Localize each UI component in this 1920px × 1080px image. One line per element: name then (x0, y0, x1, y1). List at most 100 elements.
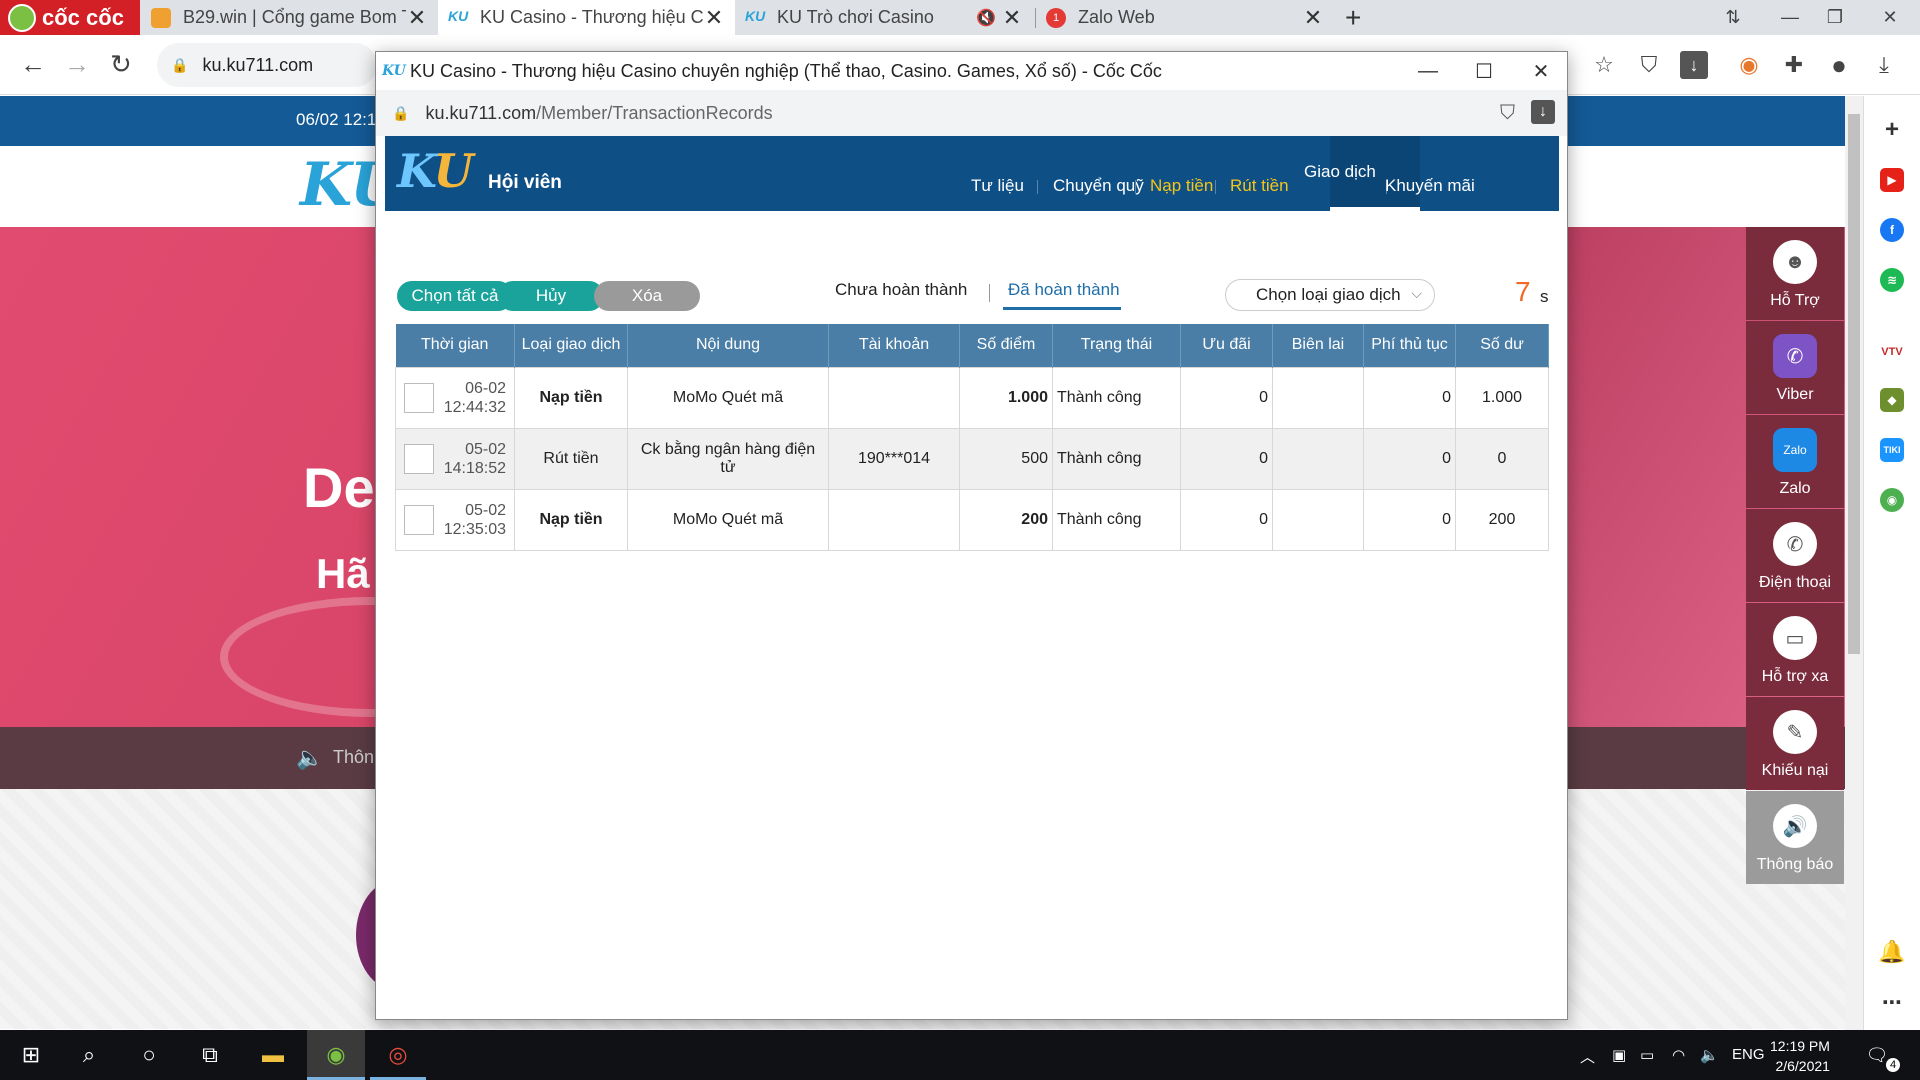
file-explorer-icon[interactable]: ▬ (258, 1040, 288, 1070)
support-remote-button[interactable]: ▭ Hỗ trợ xa (1746, 603, 1844, 696)
more-options-icon[interactable]: ⋯ (1880, 990, 1904, 1014)
time-cell: 05-02 12:35:03 (395, 488, 515, 551)
scrollbar-thumb[interactable] (1848, 114, 1860, 654)
support-phone-button[interactable]: ✆ Điện thoại (1746, 509, 1844, 602)
nav-transactions[interactable]: Giao dịch (1304, 162, 1376, 182)
popup-minimize-icon[interactable]: — (1400, 52, 1456, 90)
receipt-cell[interactable] (1272, 366, 1364, 429)
popup-address-bar[interactable]: 🔒 ku.ku711.com/Member/TransactionRecords… (376, 90, 1567, 136)
notification-bell-icon[interactable]: 🔔 (1878, 939, 1905, 964)
task-view-icon[interactable]: ⧉ (195, 1040, 225, 1070)
tray-chevron-icon[interactable]: ︿ (1580, 1046, 1595, 1067)
table-row[interactable]: 05-02 12:35:03 Nạp tiền MoMo Quét mã 200… (395, 488, 1549, 551)
coccoc-extension-icon[interactable]: ◉ (1735, 51, 1763, 79)
popup-url-host: ku.ku711.com (425, 102, 537, 123)
battery-icon[interactable]: ▭ (1640, 1046, 1654, 1064)
meet-now-icon[interactable]: ▣ (1612, 1046, 1626, 1064)
nav-withdraw[interactable]: Rút tiền (1230, 176, 1289, 196)
vtv-icon[interactable]: VTV (1880, 340, 1904, 364)
downloads-icon[interactable]: ⤓ (1870, 51, 1898, 79)
tab-pending[interactable]: Chưa hoàn thành (835, 280, 967, 300)
bookmark-star-icon[interactable]: ☆ (1590, 51, 1618, 79)
cortana-icon[interactable]: ○ (134, 1040, 164, 1070)
spotify-icon[interactable]: ≋ (1880, 268, 1904, 292)
shield-icon[interactable]: ⛉ (1500, 102, 1515, 125)
receipt-cell[interactable] (1272, 488, 1364, 551)
type-cell: Nạp tiền (514, 488, 628, 551)
support-label: Viber (1776, 386, 1814, 403)
content-cell: MoMo Quét mã (627, 488, 829, 551)
support-notification-button[interactable]: 🔊 Thông báo (1746, 791, 1844, 884)
support-chat-button[interactable]: ☻ Hỗ Trợ (1746, 227, 1844, 320)
nav-profile[interactable]: Tư liệu (971, 176, 1024, 196)
system-clock[interactable]: 12:19 PM 2/6/2021 (1770, 1036, 1830, 1076)
speaker-icon: 🔊 (1773, 804, 1817, 848)
close-tab-icon[interactable]: ✕ (1001, 5, 1023, 31)
download-page-icon[interactable]: ↓ (1680, 51, 1708, 79)
muted-audio-icon[interactable]: 🔇 (971, 8, 1001, 28)
tab-b29[interactable]: B29.win | Cổng game Bom Tấ ✕ (141, 0, 438, 35)
coccoc-brand[interactable]: cốc cốc (0, 0, 140, 35)
transaction-type-select[interactable]: Chọn loại giao dịch ⌵ (1225, 279, 1435, 311)
game-app-icon[interactable]: ◆ (1880, 388, 1904, 412)
profile-avatar-icon[interactable]: ● (1825, 50, 1853, 80)
lock-icon: 🔒 (392, 104, 410, 121)
sidebar-add-icon[interactable]: + (1880, 116, 1904, 143)
row-checkbox[interactable] (404, 443, 434, 474)
support-viber-button[interactable]: ✆ Viber (1746, 321, 1844, 414)
support-zalo-button[interactable]: Zalo Zalo (1746, 415, 1844, 508)
delete-button[interactable]: Xóa (594, 281, 700, 311)
tab-ku-casino[interactable]: KU KU Casino - Thương hiệu Cas ✕ (438, 0, 735, 35)
tab-completed[interactable]: Đã hoàn thành (1008, 280, 1120, 300)
youtube-icon[interactable]: ▶ (1880, 168, 1904, 192)
column-header: Tài khoản (828, 324, 960, 367)
nav-promotions[interactable]: Khuyến mãi (1385, 176, 1475, 196)
zalo-icon: Zalo (1773, 428, 1817, 472)
tiki-icon[interactable]: TIKI (1880, 438, 1904, 462)
back-icon[interactable]: ← (20, 49, 46, 80)
language-indicator[interactable]: ENG (1732, 1046, 1765, 1063)
close-tab-icon[interactable]: ✕ (406, 5, 428, 31)
search-icon[interactable]: ⌕ (74, 1040, 104, 1070)
coccoc-app-icon[interactable]: ◉ (1880, 488, 1904, 512)
page-scrollbar[interactable] (1845, 96, 1863, 1030)
reload-icon[interactable]: ↻ (110, 49, 132, 80)
cancel-button[interactable]: Hủy (498, 281, 604, 311)
column-header: Biên lai (1272, 324, 1364, 367)
shield-icon[interactable]: ⛉ (1635, 51, 1663, 79)
download-page-icon[interactable]: ↓ (1531, 100, 1555, 124)
refresh-timer-unit: s (1540, 287, 1549, 306)
volume-icon[interactable]: 🔈 (1700, 1046, 1719, 1064)
extensions-puzzle-icon[interactable]: ✚ (1780, 51, 1808, 79)
close-tab-icon[interactable]: ✕ (703, 5, 725, 31)
tab-ku-tro-choi[interactable]: KU KU Trò chơi Casino 🔇 ✕ (735, 0, 1033, 35)
table-row[interactable]: 05-02 14:18:52 Rút tiền Ck bằng ngân hàn… (395, 427, 1549, 490)
column-header: Phí thủ tục (1363, 324, 1456, 367)
close-window-icon[interactable]: ✕ (1860, 0, 1920, 35)
popup-maximize-icon[interactable]: ☐ (1456, 52, 1512, 90)
close-tab-icon[interactable]: ✕ (1302, 5, 1324, 31)
windows-taskbar: ⊞ ⌕ ○ ⧉ ▬ ◉ ◎ ︿ ▣ ▭ ◠ 🔈 ENG 12:19 PM 2/6… (0, 1030, 1920, 1080)
facebook-icon[interactable]: f (1880, 218, 1904, 242)
popup-close-icon[interactable]: ✕ (1513, 52, 1569, 90)
tab-zalo[interactable]: 1 Zalo Web ✕ (1036, 0, 1334, 35)
wifi-icon[interactable]: ◠ (1672, 1046, 1685, 1064)
receipt-cell[interactable] (1272, 427, 1364, 490)
coccoc-taskbar-icon[interactable]: ◉ (321, 1040, 351, 1070)
nav-deposit[interactable]: Nạp tiền (1150, 176, 1213, 196)
windows-start-icon[interactable]: ⊞ (16, 1040, 46, 1070)
row-checkbox[interactable] (404, 504, 434, 535)
tab-search-icon[interactable]: ⇅ (1703, 0, 1763, 35)
select-all-button[interactable]: Chọn tất cả (397, 281, 513, 311)
table-row[interactable]: 06-02 12:44:32 Nạp tiền MoMo Quét mã 1.0… (395, 366, 1549, 429)
support-complaint-button[interactable]: ✎ Khiếu nại (1746, 697, 1844, 790)
chrome-taskbar-icon[interactable]: ◎ (383, 1040, 413, 1070)
restore-icon[interactable]: ❐ (1805, 0, 1865, 35)
nav-transfer[interactable]: Chuyển quỹ (1053, 176, 1144, 196)
address-bar[interactable]: 🔒 ku.ku711.com (157, 43, 377, 87)
new-tab-icon[interactable]: + (1345, 2, 1361, 34)
viber-icon: ✆ (1773, 334, 1817, 378)
forward-icon[interactable]: → (64, 49, 90, 80)
row-checkbox[interactable] (404, 382, 434, 413)
ku-logo[interactable]: KU (397, 144, 473, 198)
